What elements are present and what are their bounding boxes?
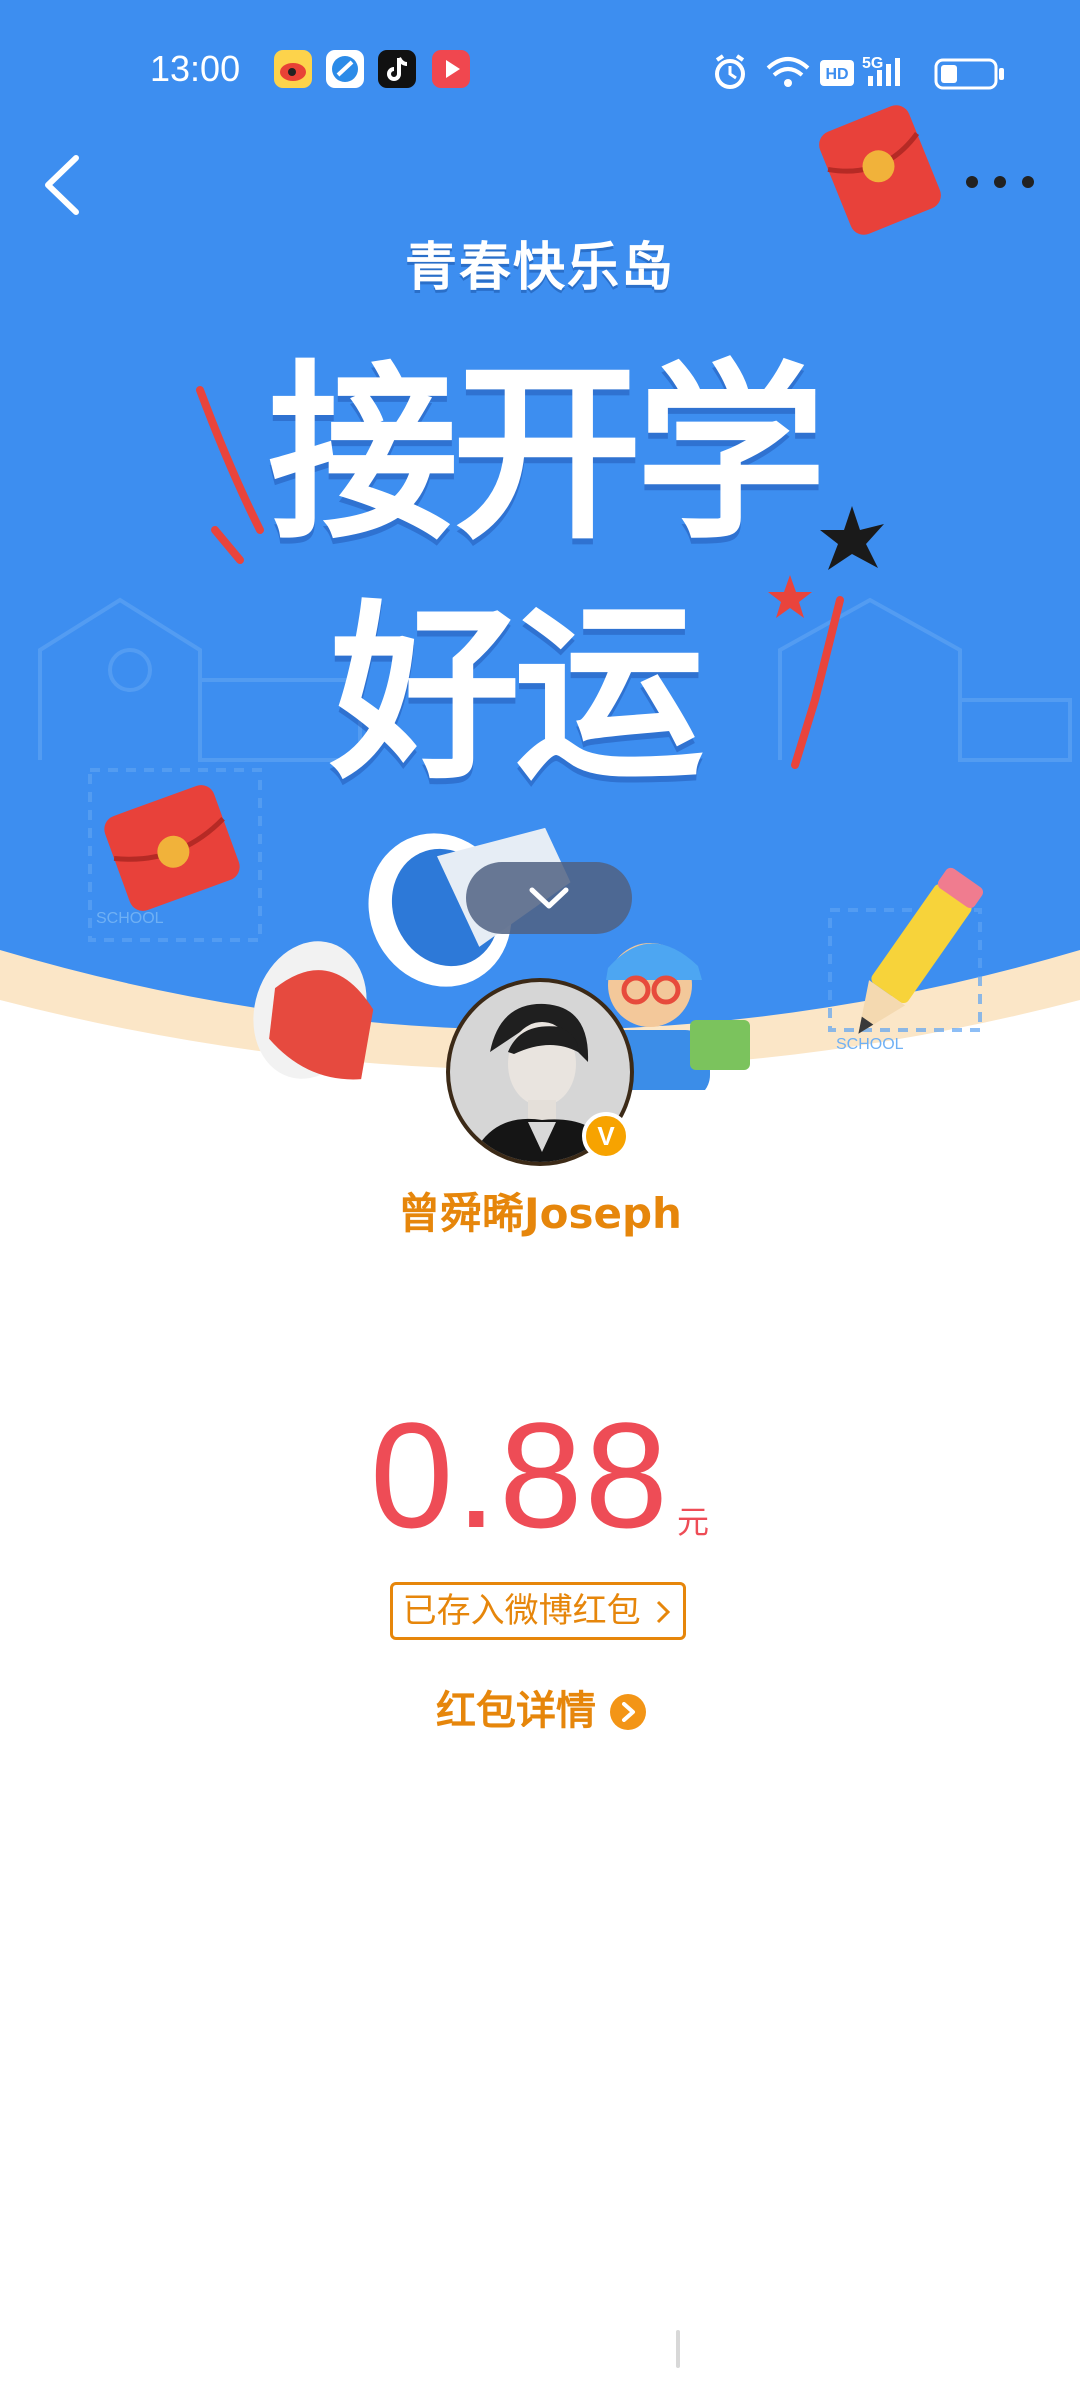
banner-title-line2: 好运	[330, 584, 704, 805]
home-indicator	[676, 2330, 680, 2368]
chevron-down-icon	[529, 887, 569, 909]
currency-unit: 元	[677, 1503, 710, 1541]
status-indicators: HD 5G	[715, 54, 1004, 90]
packet-detail-link[interactable]: 红包详情	[436, 1684, 596, 1738]
deposit-label: 已存入微博红包	[402, 1591, 641, 1631]
status-bar: 13:00 HD 5G	[0, 40, 1080, 104]
collapse-button[interactable]	[466, 862, 632, 934]
chevron-right-icon	[657, 1600, 671, 1624]
banner-title-line1: 接开学	[268, 344, 826, 565]
5g-signal-icon: 5G	[862, 55, 900, 86]
arrow-right-circle-icon[interactable]	[610, 1694, 646, 1730]
status-time: 13:00	[150, 48, 241, 89]
more-button[interactable]	[960, 160, 1040, 200]
alarm-icon	[715, 54, 745, 89]
verified-badge: V	[582, 1112, 630, 1160]
weibo-app-icon	[274, 50, 312, 88]
browser-app-icon	[326, 50, 364, 88]
more-dots-icon	[966, 176, 1034, 188]
battery-icon	[934, 58, 1004, 90]
video-app-icon	[432, 50, 470, 88]
school-label-right: SCHOOL	[836, 1036, 904, 1053]
svg-text:HD: HD	[825, 66, 848, 83]
chevron-left-icon	[45, 155, 79, 215]
hd-icon: HD	[820, 60, 854, 86]
red-packet-banner: 13:00 HD 5G 青春快乐岛 接开学 好运 SCHOOL SCHOOL	[0, 0, 1080, 1090]
packet-amount: 0.88	[370, 1391, 670, 1559]
school-label-left: SCHOOL	[96, 910, 164, 927]
deposit-wallet-button[interactable]: 已存入微博红包	[390, 1582, 686, 1640]
wifi-icon	[766, 57, 810, 87]
svg-text:5G: 5G	[862, 55, 883, 72]
sender-name[interactable]: 曾舜晞Joseph	[0, 1180, 1080, 1241]
back-button[interactable]	[36, 150, 96, 220]
tiktok-app-icon	[378, 50, 416, 88]
banner-subtitle: 青春快乐岛	[404, 238, 675, 298]
